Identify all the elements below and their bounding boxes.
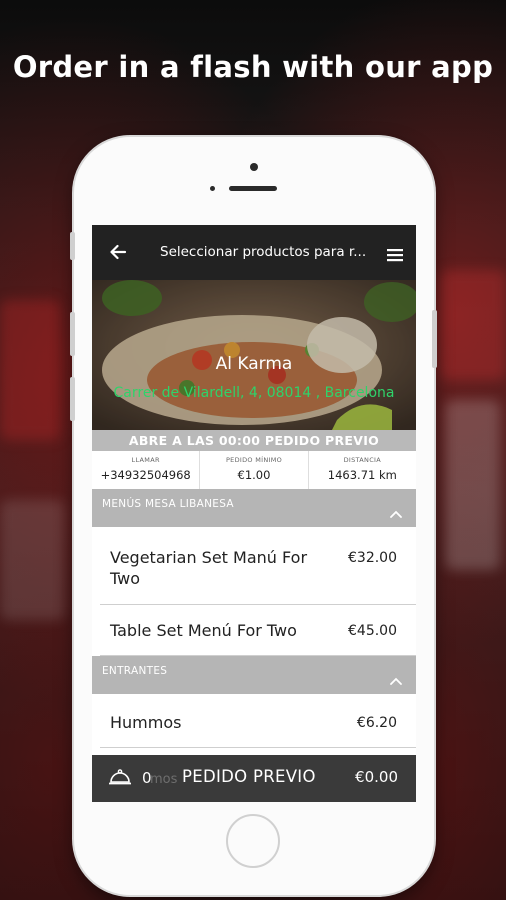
distance-cell: DISTANCIA 1463.71 km: [309, 451, 416, 489]
chevron-up-icon[interactable]: [390, 503, 402, 522]
opening-notice: ABRE A LAS 00:00 PEDIDO PREVIO: [92, 430, 416, 451]
min-order-value: €1.00: [237, 468, 271, 482]
chevron-up-icon[interactable]: [390, 670, 402, 689]
hamburger-menu-icon[interactable]: [386, 247, 404, 266]
restaurant-name: Al Karma: [215, 354, 293, 374]
background-decor: [0, 300, 60, 440]
phone-camera: [250, 163, 258, 171]
distance-label: DISTANCIA: [343, 456, 382, 464]
min-order-label: PEDIDO MÍNIMO: [225, 456, 283, 464]
phone-side-button: [70, 377, 75, 421]
app-screen: Seleccionar productos para r... Al Karma…: [92, 225, 416, 802]
restaurant-info-strip: LLAMAR +34932504968 PEDIDO MÍNIMO €1.00 …: [92, 451, 416, 490]
phone-side-button: [70, 232, 75, 260]
phone-sensor: [210, 186, 215, 191]
section-header-entrantes[interactable]: ENTRANTES: [92, 656, 416, 694]
section-header-menus[interactable]: MENÚS MESA LIBANESA: [92, 489, 416, 527]
menu-item[interactable]: Vegetarian Set Manú For Two €32.00: [100, 530, 416, 605]
min-order-cell: PEDIDO MÍNIMO €1.00: [200, 451, 309, 489]
background-decor: [0, 500, 65, 620]
promo-headline: Order in a flash with our app: [12, 50, 494, 84]
menu-item[interactable]: Table Set Menú For Two €45.00: [100, 605, 416, 656]
food-cloche-icon: [108, 767, 132, 791]
call-cell[interactable]: LLAMAR +34932504968: [92, 451, 201, 489]
app-bar: Seleccionar productos para r...: [92, 225, 416, 280]
cart-hidden-text: mos: [150, 772, 178, 787]
phone-number: +34932504968: [100, 468, 191, 482]
background-decor: [440, 270, 506, 380]
menu-item[interactable]: Hummos €6.20: [100, 697, 416, 748]
menu-item-name: Hummos: [110, 713, 182, 732]
section-title: ENTRANTES: [102, 665, 168, 677]
distance-value: 1463.71 km: [327, 468, 397, 482]
cart-total: €0.00: [355, 768, 398, 786]
menu-item-name: Table Set Menú For Two: [110, 621, 297, 640]
section-title: MENÚS MESA LIBANESA: [102, 498, 234, 510]
phone-side-button: [70, 312, 75, 356]
menu-item-price: €45.00: [348, 623, 397, 639]
background-decor: [445, 400, 500, 570]
phone-side-button: [432, 310, 437, 368]
call-label: LLAMAR: [131, 456, 160, 464]
arrow-left-icon[interactable]: [108, 242, 128, 266]
order-button[interactable]: PEDIDO PREVIO: [182, 767, 316, 786]
restaurant-address: Carrer de Vilardell, 4, 08014 , Barcelon…: [113, 385, 395, 401]
phone-home-button[interactable]: [226, 814, 280, 868]
menu-item-price: €6.20: [356, 715, 397, 731]
menu-item-name: Vegetarian Set Manú For Two: [110, 548, 308, 588]
phone-speaker: [229, 186, 277, 191]
order-bar[interactable]: 0 mos PEDIDO PREVIO €0.00: [92, 755, 416, 802]
menu-item-price: €32.00: [348, 550, 397, 566]
app-bar-title: Seleccionar productos para r...: [160, 244, 367, 260]
